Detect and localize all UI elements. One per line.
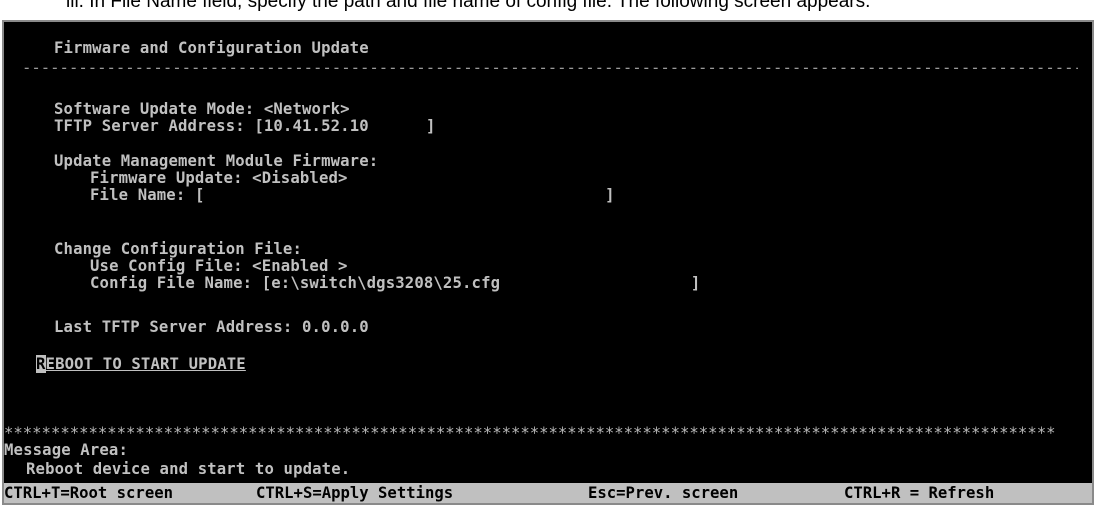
update-mgmt-heading: Update Management Module Firmware: — [54, 152, 379, 170]
reboot-button-label: EBOOT TO START UPDATE — [45, 355, 246, 373]
file-name-field[interactable]: [ ] — [195, 186, 615, 204]
message-area-label: Message Area: — [4, 441, 128, 459]
stars-divider: ****************************************… — [4, 425, 1056, 442]
text-cursor: R — [36, 355, 46, 373]
screen-title: Firmware and Configuration Update — [54, 39, 369, 57]
file-name-label: File Name: — [90, 186, 186, 204]
config-file-name-label: Config File Name: — [90, 274, 253, 292]
file-name-row: File Name: [ ] — [90, 187, 615, 204]
use-config-toggle[interactable]: <Enabled > — [252, 257, 347, 275]
software-update-mode-row: Software Update Mode: <Network> — [54, 101, 350, 118]
config-file-name-field[interactable]: [e:\switch\dgs3208\25.cfg ] — [262, 274, 701, 292]
title-separator: ----------------------------------------… — [22, 60, 1078, 77]
root-screen-shortcut[interactable]: CTRL+T=Root screen — [4, 483, 173, 503]
terminal-console: Firmware and Configuration Update ------… — [2, 20, 1094, 505]
instruction-caption: iii. In File Name field, specify the pat… — [66, 0, 871, 12]
use-config-label: Use Config File: — [90, 257, 243, 275]
change-config-heading: Change Configuration File: — [54, 240, 302, 258]
firmware-update-label: Firmware Update: — [90, 169, 243, 187]
firmware-update-toggle[interactable]: <Disabled> — [252, 169, 347, 187]
software-update-mode-label: Software Update Mode: — [54, 100, 255, 118]
firmware-update-row: Firmware Update: <Disabled> — [90, 170, 348, 187]
last-tftp-row: Last TFTP Server Address: 0.0.0.0 — [54, 319, 369, 336]
last-tftp-value: 0.0.0.0 — [302, 318, 369, 336]
apply-settings-shortcut[interactable]: CTRL+S=Apply Settings — [256, 483, 453, 503]
status-bar: CTRL+T=Root screen CTRL+S=Apply Settings… — [4, 483, 1092, 503]
refresh-shortcut[interactable]: CTRL+R = Refresh — [844, 483, 994, 503]
config-file-name-row: Config File Name: [e:\switch\dgs3208\25.… — [90, 275, 700, 292]
tftp-server-row: TFTP Server Address: [10.41.52.10 ] — [54, 118, 436, 135]
use-config-row: Use Config File: <Enabled > — [90, 258, 348, 275]
last-tftp-label: Last TFTP Server Address: — [54, 318, 293, 336]
software-update-mode-toggle[interactable]: <Network> — [264, 100, 350, 118]
tftp-server-field[interactable]: [10.41.52.10 ] — [254, 117, 435, 135]
tftp-server-label: TFTP Server Address: — [54, 117, 245, 135]
reboot-button[interactable]: REBOOT TO START UPDATE — [36, 355, 246, 373]
prev-screen-shortcut[interactable]: Esc=Prev. screen — [588, 483, 738, 503]
message-text: Reboot device and start to update. — [26, 460, 351, 478]
